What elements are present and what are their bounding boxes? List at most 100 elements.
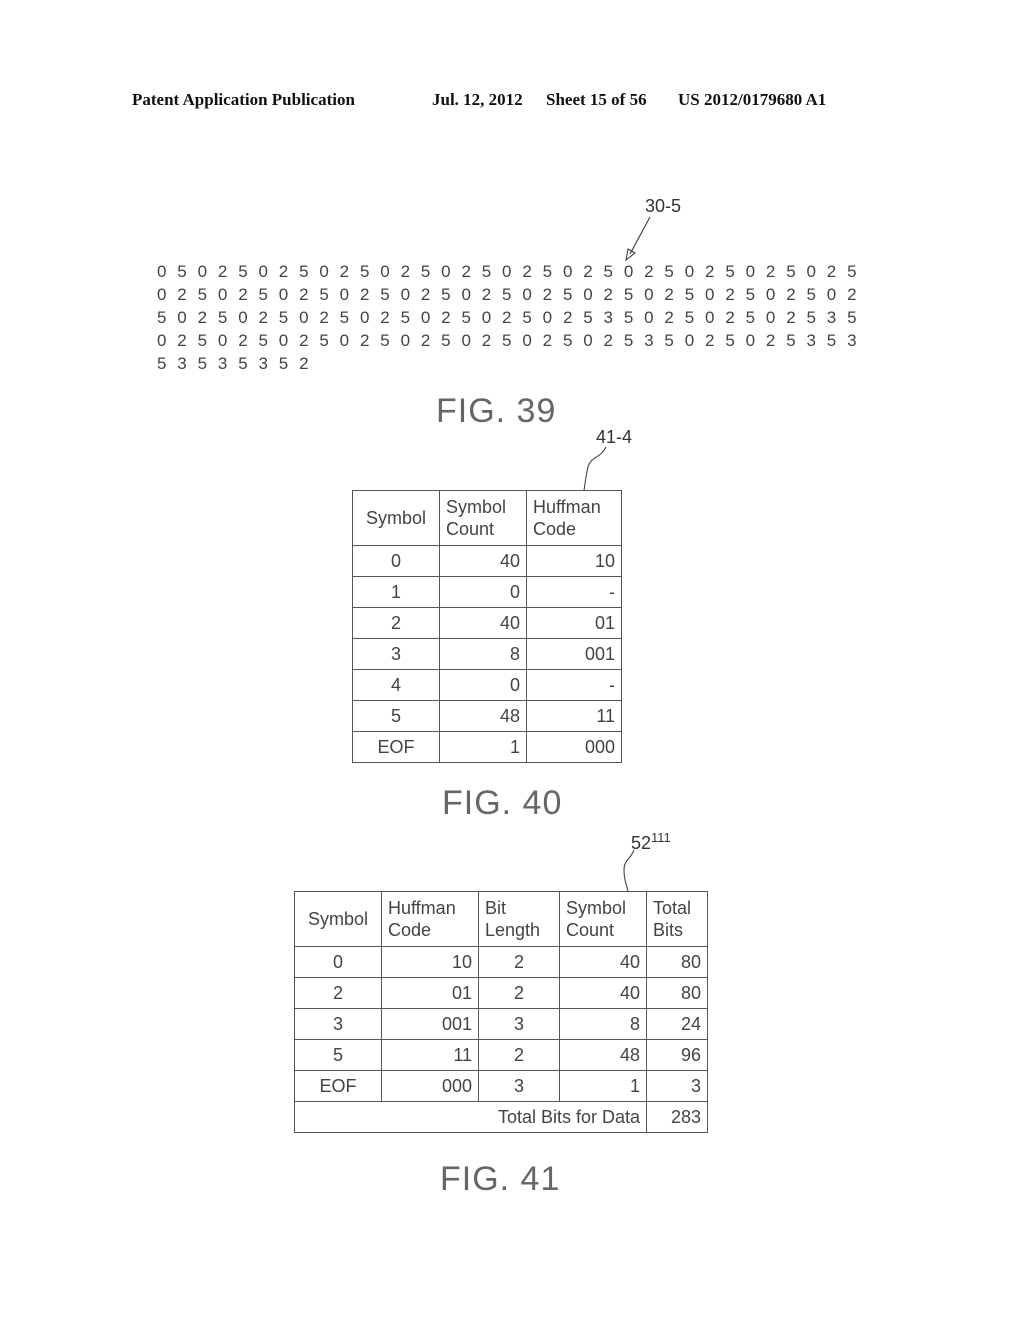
bit-length-cell: 3 [478,1008,560,1040]
sequence-symbol: 0 [705,285,715,304]
code-cell: 01 [526,607,622,639]
sequence-symbol: 5 [745,285,756,304]
sequence-symbol: 2 [420,331,431,350]
sequence-symbol: 2 [177,285,187,304]
symbol-cell: 0 [352,545,440,577]
sequence-symbol: 2 [359,331,370,350]
sequence-symbol: 2 [197,308,208,327]
header-text: Count [566,920,615,940]
sequence-symbol: 0 [278,285,289,304]
symbol-cell: EOF [352,731,440,763]
sequence-symbol: 0 [502,262,512,281]
sequence-symbol: 0 [461,331,471,350]
sequence-symbol: 5 [806,285,816,304]
sequence-symbol: 5 [664,262,674,281]
symbol-cell: 0 [294,946,382,978]
sequence-symbol: 3 [847,331,857,350]
header-text: Code [388,920,432,940]
sequence-symbol: 0 [745,262,756,281]
sequence-symbol: 3 [806,331,816,350]
sequence-row: 02502502502502502502502502502502502 [157,283,867,306]
fig41-bit-count-table: Symbol Huffman Code Bit Length Symbol Count… [294,891,708,1133]
sequence-symbol: 0 [157,331,167,350]
sequence-symbol: 5 [197,331,208,350]
total-row: Total Bits for Data 283 [294,1101,708,1133]
code-cell: 01 [381,977,479,1009]
header-symbol: Symbol [294,891,382,947]
sequence-symbol: 2 [481,331,492,350]
sequence-symbol: 5 [623,331,634,350]
sequence-symbol: 0 [400,331,411,350]
fig40-huffman-table: Symbol Symbol Count Huffman Code 0 40 10 1 0-2… [352,490,622,763]
sequence-row: 05025025025025025025025025025025025 [157,260,867,283]
sequence-symbol: 0 [420,308,431,327]
sequence-symbol: 5 [299,262,309,281]
sequence-symbol: 5 [522,308,532,327]
sequence-row: 02502502502502502502502535025025353 [157,329,867,352]
header-text: Huffman [533,497,601,517]
sequence-symbol: 5 [806,308,816,327]
table-row: 2 40 01 [352,607,622,639]
sequence-symbol: 2 [765,331,776,350]
sequence-symbol: 5 [197,354,208,373]
code-cell: 001 [381,1008,479,1040]
header-text: Symbol [566,898,627,918]
sequence-row: 50250250250250250250253502502502535 [157,306,867,329]
symbol-cell: 5 [352,700,440,732]
sequence-symbol: 0 [441,262,451,281]
sequence-symbol: 5 [238,354,248,373]
sequence-symbol: 2 [786,308,796,327]
sequence-symbol: 2 [826,262,837,281]
sequence-symbol: 5 [157,354,167,373]
table-row: EOF 1 000 [352,731,622,763]
sequence-symbol: 2 [299,354,309,373]
symbol-cell: 3 [294,1008,382,1040]
sequence-symbol: 5 [623,285,634,304]
fig41-reference-leader [623,849,635,892]
sequence-symbol: 2 [583,262,593,281]
code-cell: 000 [381,1070,479,1102]
sequence-symbol: 0 [765,308,776,327]
sheet-number: Sheet 15 of 56 [546,90,647,109]
sequence-symbol: 3 [258,354,268,373]
sequence-symbol: 5 [238,262,248,281]
sequence-symbol: 0 [197,262,208,281]
header-text: Length [485,920,541,940]
table-row: 3 8 001 [352,638,622,670]
sequence-symbol: 5 [217,308,228,327]
table-row: 5 11 2 48 96 [294,1039,708,1071]
sequence-symbol: 3 [644,331,654,350]
sequence-symbol: 3 [217,354,228,373]
sequence-symbol: 2 [441,308,451,327]
sequence-symbol: 0 [157,262,167,281]
sequence-symbol: 5 [502,285,512,304]
header-text: Total [653,898,692,918]
sequence-symbol: 5 [359,262,370,281]
sequence-symbol: 5 [847,308,857,327]
sequence-symbol: 0 [177,308,187,327]
sequence-symbol: 5 [847,262,857,281]
code-cell: - [526,669,622,701]
sequence-symbol: 0 [157,285,167,304]
sequence-symbol: 0 [583,331,593,350]
sequence-symbol: 2 [502,308,512,327]
count-cell: 0 [439,669,527,701]
count-cell: 40 [559,946,647,978]
sequence-symbol: 5 [562,331,573,350]
header-bit-length: Bit Length [478,891,560,947]
sequence-symbol: 2 [765,262,776,281]
sequence-symbol: 5 [278,354,289,373]
total-value: 283 [646,1101,708,1133]
sequence-symbol: 5 [562,285,573,304]
sequence-symbol: 5 [542,262,553,281]
sequence-symbol: 2 [481,285,492,304]
header-text: Code [533,519,577,539]
count-cell: 8 [559,1008,647,1040]
code-cell: - [526,576,622,608]
sequence-symbol: 0 [217,331,228,350]
publication-title: Patent Application Publication [132,90,355,109]
fig41-caption: FIG. 41 [440,1160,561,1198]
sequence-symbol: 5 [380,331,390,350]
sequence-symbol: 2 [380,308,390,327]
bit-length-cell: 2 [478,946,560,978]
